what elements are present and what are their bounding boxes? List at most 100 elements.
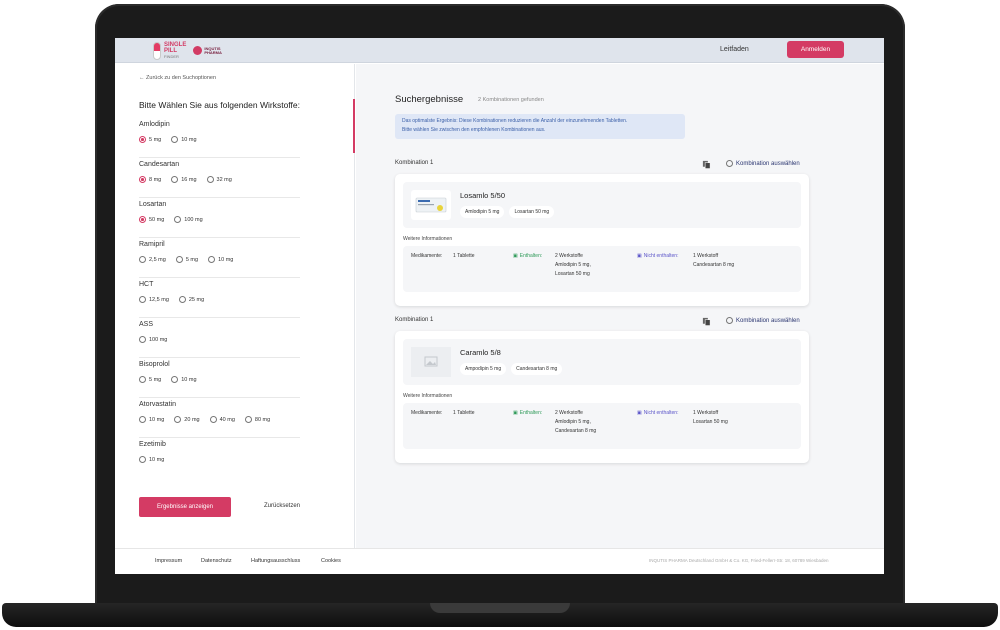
footer-link-datenschutz[interactable]: Datenschutz [201, 558, 232, 564]
select-combination-label: Kombination auswählen [736, 317, 800, 324]
group-name: Amlodipin [139, 121, 170, 128]
logo-finder: FINDER [164, 54, 179, 59]
radio-option[interactable]: 25 mg [178, 296, 204, 303]
radio-icon [139, 296, 146, 303]
radio-option[interactable]: 100 mg [174, 216, 203, 223]
radio-icon [139, 336, 146, 343]
radio-label: 10 mg [181, 136, 197, 143]
contains-line: Losartan 50 mg [555, 271, 590, 277]
reset-button[interactable]: Zurücksetzen [264, 503, 300, 509]
partner-logo: INQUTIS PHARMA [193, 46, 222, 55]
group-name: Bisoprolol [139, 361, 170, 368]
radio-option[interactable]: 10 mg [208, 256, 233, 263]
radio-label: 10 mg [149, 456, 165, 463]
results-count: 2 Kombinationen gefunden [478, 97, 544, 103]
contains-label-text: Enthalten: [519, 253, 543, 259]
nav-link-leitfaden[interactable]: Leitfaden [720, 46, 749, 53]
radio-option[interactable]: 8 mg [139, 176, 161, 183]
radio-label: 10 mg [181, 376, 197, 383]
radio-option[interactable]: 40 mg [209, 416, 235, 423]
radio-option[interactable]: 16 mg [171, 176, 197, 183]
radio-option[interactable]: 32 mg [206, 176, 232, 183]
combination-label: Kombination 1 [395, 160, 434, 166]
footer-link-haftungsausschluss[interactable]: Haftungsausschluss [251, 558, 300, 564]
radio-option[interactable]: 5 mg [175, 256, 198, 263]
combination-card: Losamlo 5/50 Amlodipin 5 mg Losartan 50 … [395, 174, 809, 306]
single-pill-finder-logo[interactable]: SINGLE PILL FINDER INQUTIS PHARMA [153, 41, 222, 60]
scroll-indicator[interactable] [353, 99, 355, 153]
group-name: HCT [139, 281, 154, 288]
radio-option[interactable]: 10 mg [139, 456, 164, 463]
footer-link-cookies[interactable]: Cookies [321, 558, 341, 564]
radio-label: 2,5 mg [149, 256, 166, 263]
radio-icon [171, 136, 179, 143]
product-row[interactable]: Caramlo 5/8 Ampodipin 5 mg Candesartan 8… [403, 339, 801, 385]
info-grid: Medikamente: 1 Tablette ▣ Enthalten: 2 We… [403, 246, 801, 292]
radio-option[interactable]: 10 mg [139, 416, 164, 423]
copy-icon[interactable] [702, 317, 711, 326]
not-contains-label: ▣ Nicht enthalten: [637, 409, 678, 418]
radio-option[interactable]: 80 mg [244, 416, 270, 423]
contains-label: ▣ Enthalten: [513, 252, 542, 261]
group-losartan: Losartan 50 mg 100 mg [139, 201, 300, 238]
radio-label: 5 mg [149, 376, 162, 383]
info-line: Bitte wählen Sie zwischen den empfohlene… [402, 127, 546, 133]
radio-icon [209, 416, 217, 423]
group-hct: HCT 12,5 mg 25 mg [139, 281, 300, 318]
contains-line: Amlodipin 5 mg, [555, 262, 591, 268]
radio-icon [726, 317, 733, 324]
radio-option[interactable]: 10 mg [171, 136, 197, 143]
partner-line2: PHARMA [204, 49, 222, 55]
select-combination-radio[interactable]: Kombination auswählen [726, 160, 800, 167]
group-ezetimib: Ezetimib 10 mg [139, 441, 300, 478]
pill-icon [153, 41, 161, 60]
not-contains-count: 1 Werkstoff [693, 410, 719, 416]
radio-option[interactable]: 10 mg [171, 376, 197, 383]
product-row[interactable]: Losamlo 5/50 Amlodipin 5 mg Losartan 50 … [403, 182, 801, 228]
chat-icon: ▣ [637, 410, 642, 416]
contains-label-text: Enthalten: [519, 410, 543, 416]
info-banner: Das optimalste Ergebnis: Diese Kombinati… [395, 114, 685, 139]
radio-label: 10 mg [149, 416, 165, 423]
back-link[interactable]: ← Zurück zu den Suchoptionen [139, 75, 216, 81]
contains-line: Candesartan 8 mg [555, 428, 597, 434]
group-name: Ezetimib [139, 441, 166, 448]
radio-option[interactable]: 50 mg [139, 216, 164, 223]
group-name: Candesartan [139, 161, 180, 168]
med-value: 1 Tablette [453, 253, 475, 259]
medicine-box-icon [415, 197, 447, 213]
group-name: Atorvastatin [139, 401, 176, 408]
radio-option[interactable]: 5 mg [139, 376, 161, 383]
info-grid: Medikamente: 1 Tablette ▣ Enthalten: 2 We… [403, 403, 801, 449]
radio-icon [139, 416, 146, 423]
radio-checked-icon [139, 216, 146, 223]
radio-option[interactable]: 5 mg [139, 136, 161, 143]
product-name: Caramlo 5/8 [460, 348, 501, 357]
app-screen: SINGLE PILL FINDER INQUTIS PHARMA Leitfa… [115, 38, 884, 574]
contains-count: 2 Werkstoffe [555, 253, 583, 259]
radio-option[interactable]: 2,5 mg [139, 256, 166, 263]
select-combination-radio[interactable]: Kombination auswählen [726, 317, 800, 324]
radio-label: 10 mg [218, 256, 234, 263]
results-title: Suchergebnisse [395, 94, 464, 105]
radio-icon [244, 416, 252, 423]
radio-checked-icon [139, 176, 146, 183]
radio-option[interactable]: 20 mg [174, 416, 200, 423]
not-contains-label-text: Nicht enthalten: [643, 410, 679, 416]
combination-card: Caramlo 5/8 Ampodipin 5 mg Candesartan 8… [395, 331, 809, 463]
login-button[interactable]: Anmelden [787, 41, 844, 58]
radio-option[interactable]: 12,5 mg [139, 296, 169, 303]
footer-link-impressum[interactable]: Impressum [155, 558, 182, 564]
filter-panel: ← Zurück zu den Suchoptionen Bitte Wähle… [115, 64, 355, 548]
show-results-button[interactable]: Ergebnisse anzeigen [139, 497, 231, 517]
radio-checked-icon [139, 136, 146, 143]
radio-label: 100 mg [149, 336, 168, 343]
radio-icon [174, 416, 182, 423]
ingredient-chip: Ampodipin 5 mg [460, 363, 507, 375]
radio-option[interactable]: 100 mg [139, 336, 167, 343]
radio-label: 16 mg [181, 176, 197, 183]
footer: Impressum Datenschutz Haftungsausschluss… [115, 548, 884, 574]
copy-icon[interactable] [702, 160, 711, 169]
radio-label: 8 mg [149, 176, 162, 183]
product-name: Losamlo 5/50 [460, 191, 506, 200]
